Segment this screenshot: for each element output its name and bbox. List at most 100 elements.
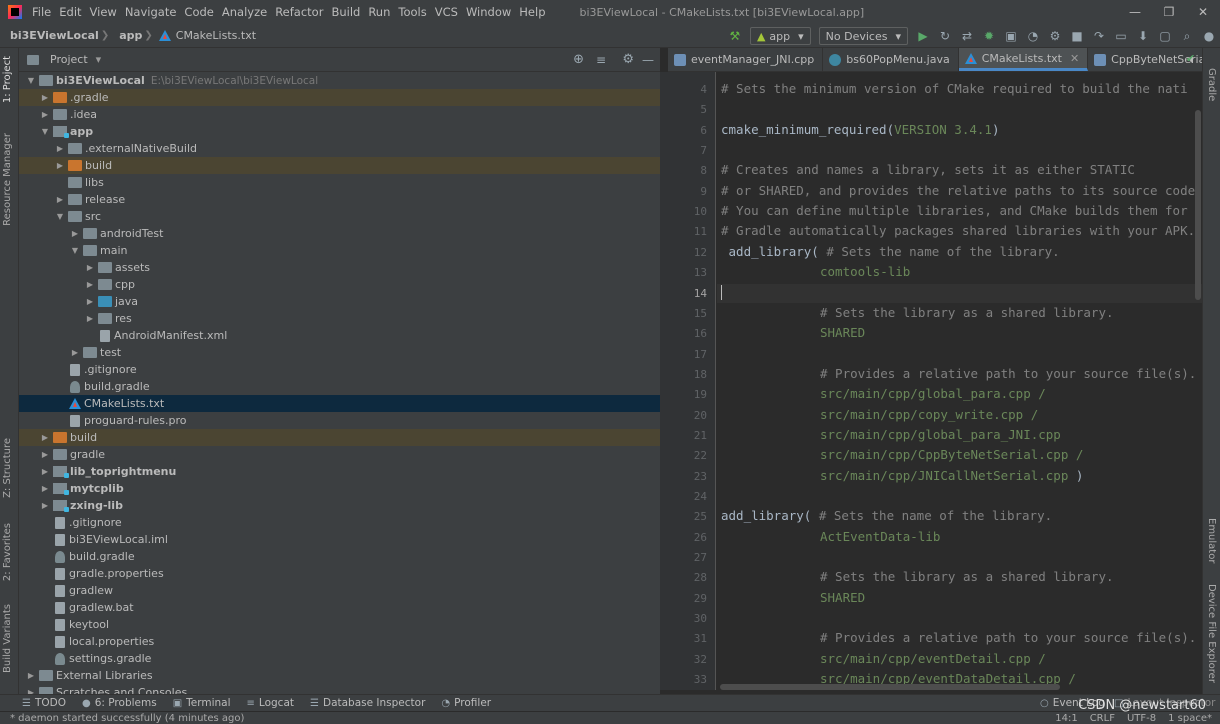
debug-icon[interactable]: ✹: [978, 29, 1000, 43]
tree-item[interactable]: AndroidManifest.xml: [19, 327, 660, 344]
tree-item[interactable]: ▶ zxing-lib: [19, 497, 660, 514]
tree-item[interactable]: ▶ test: [19, 344, 660, 361]
search-icon[interactable]: ⌕: [1176, 29, 1198, 44]
avd-manager-icon[interactable]: ▭: [1110, 29, 1132, 43]
tree-item[interactable]: ▶ External Libraries: [19, 667, 660, 684]
menu-build[interactable]: Build: [327, 5, 364, 19]
close-tab-icon[interactable]: ✕: [1070, 52, 1079, 65]
tree-item[interactable]: ▶ build: [19, 429, 660, 446]
coverage-icon[interactable]: ▣: [1000, 29, 1022, 43]
tree-item[interactable]: build.gradle: [19, 378, 660, 395]
editor-tab[interactable]: eventManager_JNI.cpp: [668, 48, 824, 71]
tree-item[interactable]: bi3EViewLocal.iml: [19, 531, 660, 548]
tree-item[interactable]: ▼ main: [19, 242, 660, 259]
device-manager-icon[interactable]: ▢: [1154, 29, 1176, 43]
tool-window-profiler[interactable]: ◔ Profiler: [441, 697, 491, 709]
profiler-icon[interactable]: ◔: [1022, 29, 1044, 43]
tree-item-selected[interactable]: CMakeLists.txt: [19, 395, 660, 412]
tool-window-terminal[interactable]: ▣ Terminal: [173, 697, 231, 709]
menu-refactor[interactable]: Refactor: [271, 5, 327, 19]
tool-tab-project[interactable]: 1: Project: [2, 56, 13, 103]
gradle-sync-icon[interactable]: ↷: [1088, 29, 1110, 43]
device-select[interactable]: No Devices ▾: [818, 27, 908, 45]
tree-item[interactable]: ▶ java: [19, 293, 660, 310]
tool-window-database-inspector[interactable]: ☰ Database Inspector: [310, 697, 425, 709]
tool-window-problems[interactable]: ● 6: Problems: [82, 697, 157, 709]
editor-tab-active[interactable]: CMakeLists.txt ✕: [958, 48, 1089, 71]
tree-item[interactable]: ▶ release: [19, 191, 660, 208]
menu-vcs[interactable]: VCS: [431, 5, 462, 19]
tree-item[interactable]: .gitignore: [19, 361, 660, 378]
breadcrumb-project[interactable]: bi3EViewLocal: [0, 29, 101, 42]
vertical-scrollbar[interactable]: [1195, 110, 1201, 300]
tree-item[interactable]: settings.gradle: [19, 650, 660, 667]
menu-window[interactable]: Window: [462, 5, 515, 19]
tree-item[interactable]: gradle.properties: [19, 565, 660, 582]
tool-tab-build-variants[interactable]: Build Variants: [2, 604, 13, 673]
tool-tab-device-file-explorer[interactable]: Device File Explorer: [1206, 584, 1217, 683]
tool-tab-emulator[interactable]: Emulator: [1206, 518, 1217, 563]
tree-root[interactable]: ▼ bi3EViewLocal E:\bi3EViewLocal\bi3EVie…: [19, 72, 660, 89]
hide-panel-icon[interactable]: —: [642, 53, 654, 67]
tree-item[interactable]: ▶ androidTest: [19, 225, 660, 242]
minimize-icon[interactable]: —: [1118, 0, 1152, 24]
file-encoding[interactable]: UTF-8: [1127, 713, 1156, 724]
restore-icon[interactable]: ❐: [1152, 0, 1186, 24]
menu-run[interactable]: Run: [364, 5, 394, 19]
sdk-manager-icon[interactable]: ⬇: [1132, 29, 1154, 43]
code-editor[interactable]: # Sets the minimum version of CMake requ…: [717, 72, 1202, 690]
tree-item[interactable]: keytool: [19, 616, 660, 633]
menu-tools[interactable]: Tools: [394, 5, 430, 19]
tree-item[interactable]: ▼ app: [19, 123, 660, 140]
breadcrumb-module[interactable]: app: [109, 29, 144, 42]
tree-item[interactable]: ▶ res: [19, 310, 660, 327]
tree-item[interactable]: ▶ build: [19, 157, 660, 174]
tool-window-logcat[interactable]: ≡ Logcat: [247, 697, 294, 709]
tree-item[interactable]: build.gradle: [19, 548, 660, 565]
tree-item[interactable]: gradlew: [19, 582, 660, 599]
menu-help[interactable]: Help: [515, 5, 549, 19]
gear-icon[interactable]: ⚙: [622, 52, 634, 67]
menu-edit[interactable]: Edit: [55, 5, 85, 19]
tree-item[interactable]: ▶ lib_toprightmenu: [19, 463, 660, 480]
stop-icon[interactable]: ■: [1066, 29, 1088, 43]
tree-item[interactable]: ▼ src: [19, 208, 660, 225]
menu-navigate[interactable]: Navigate: [121, 5, 181, 19]
tree-item[interactable]: ▶ .idea: [19, 106, 660, 123]
apply-changes-icon[interactable]: ⇄: [956, 29, 978, 43]
status-message[interactable]: * daemon started successfully (4 minutes…: [10, 713, 244, 724]
account-icon[interactable]: ●: [1198, 29, 1220, 43]
locate-icon[interactable]: ⊕: [573, 52, 584, 67]
tool-tab-resource-manager[interactable]: Resource Manager: [2, 133, 13, 226]
project-view-select[interactable]: Project: [50, 53, 88, 66]
menu-code[interactable]: Code: [180, 5, 217, 19]
horizontal-scrollbar[interactable]: [720, 684, 1060, 690]
tree-item[interactable]: ▶ gradle: [19, 446, 660, 463]
close-icon[interactable]: ✕: [1186, 0, 1220, 24]
tree-item[interactable]: local.properties: [19, 633, 660, 650]
rerun-icon[interactable]: ↻: [934, 29, 956, 43]
tree-item[interactable]: libs: [19, 174, 660, 191]
tree-item[interactable]: gradlew.bat: [19, 599, 660, 616]
editor-tab[interactable]: bs60PopMenu.java: [823, 48, 959, 71]
menu-view[interactable]: View: [86, 5, 121, 19]
tree-item[interactable]: proguard-rules.pro: [19, 412, 660, 429]
tool-tab-gradle[interactable]: Gradle: [1206, 68, 1217, 101]
tree-item[interactable]: .gitignore: [19, 514, 660, 531]
editor-tab[interactable]: CppByteNetSerial.: [1088, 48, 1202, 71]
tree-item[interactable]: ▶ mytcplib: [19, 480, 660, 497]
tool-window-todo[interactable]: ☰ TODO: [22, 697, 66, 709]
hammer-build-icon[interactable]: ⚒: [724, 29, 746, 43]
tree-item[interactable]: ▶ .gradle: [19, 89, 660, 106]
tool-tab-favorites[interactable]: 2: Favorites: [2, 523, 13, 581]
indent-setting[interactable]: 1 space*: [1168, 713, 1212, 724]
tool-tab-structure[interactable]: Z: Structure: [2, 438, 13, 498]
attach-debugger-icon[interactable]: ⚙: [1044, 29, 1066, 43]
tree-item[interactable]: ▶ .externalNativeBuild: [19, 140, 660, 157]
collapse-all-icon[interactable]: ≡: [596, 53, 606, 67]
menu-file[interactable]: File: [28, 5, 55, 19]
breadcrumb-file[interactable]: CMakeLists.txt: [174, 29, 258, 42]
caret-position[interactable]: 14:1: [1055, 713, 1077, 724]
tree-item[interactable]: ▶ cpp: [19, 276, 660, 293]
tree-item[interactable]: ▶ Scratches and Consoles: [19, 684, 660, 694]
